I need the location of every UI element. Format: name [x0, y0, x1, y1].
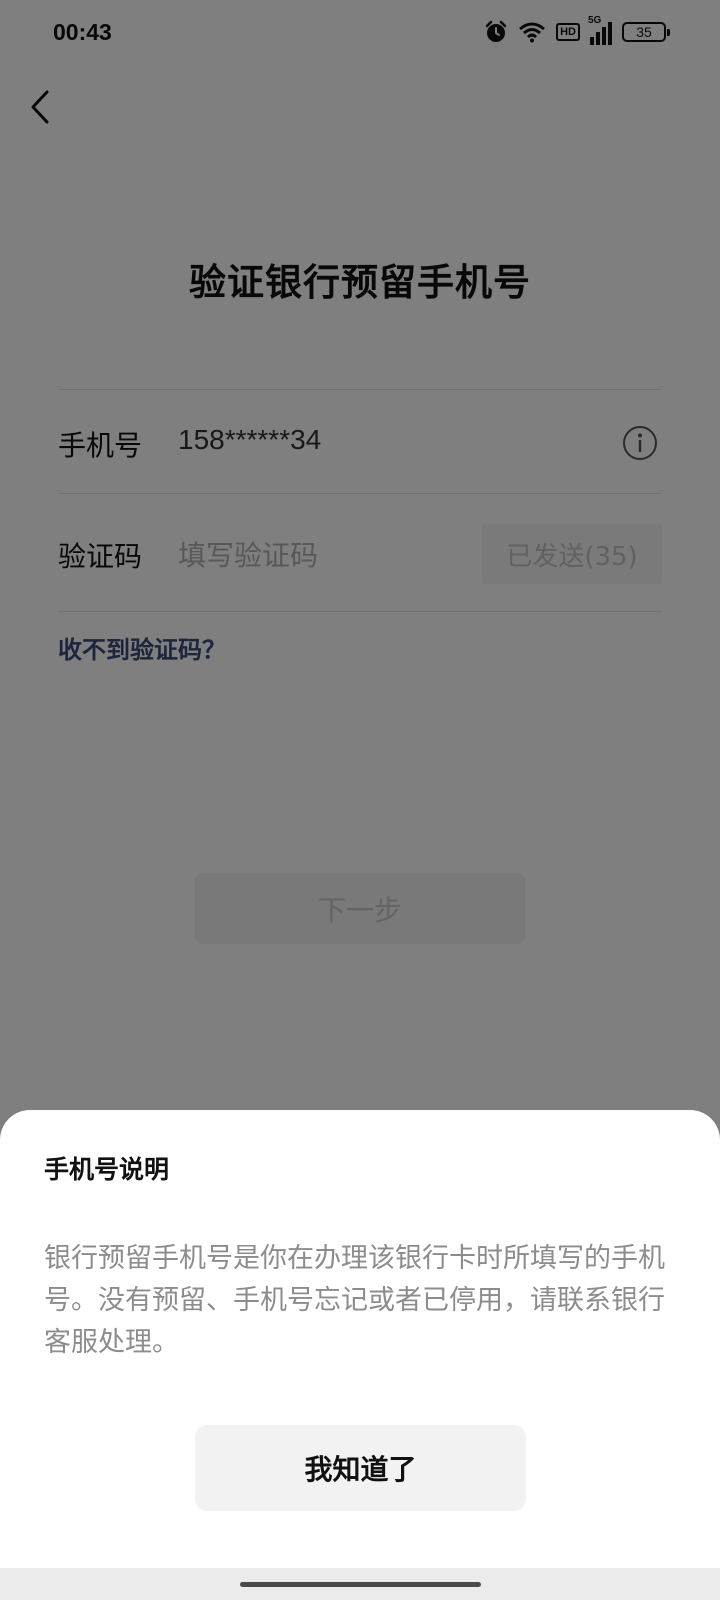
sheet-description: 银行预留手机号是你在办理该银行卡时所填写的手机号。没有预留、手机号忘记或者已停用… — [44, 1243, 665, 1358]
acknowledge-button[interactable]: 我知道了 — [195, 1425, 526, 1511]
sheet-title: 手机号说明 — [44, 1155, 170, 1184]
home-indicator[interactable] — [240, 1582, 481, 1587]
phone-info-sheet: 手机号说明 银行预留手机号是你在办理该银行卡时所填写的手机号。没有预留、手机号忘… — [0, 1110, 720, 1600]
